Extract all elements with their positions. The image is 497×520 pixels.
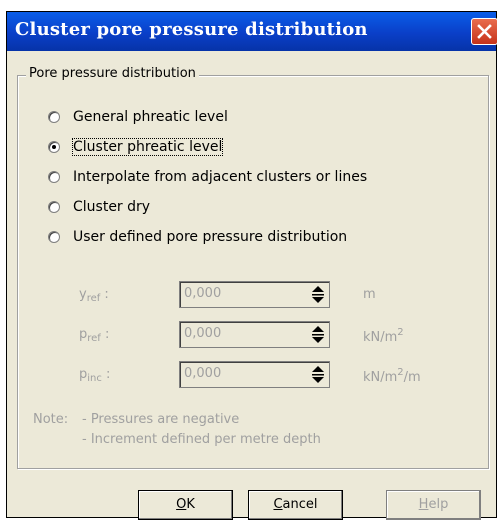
param-subscript: ref: [86, 293, 101, 304]
note-line-1: - Pressures are negative: [82, 412, 240, 427]
note-label: Note:: [33, 412, 69, 427]
radio-label: General phreatic level: [73, 109, 228, 125]
y-ref-unit: m: [363, 287, 376, 302]
spin-arrows-icon[interactable]: [309, 284, 327, 305]
y-ref-spinbox[interactable]: 0,000: [179, 281, 330, 308]
p-ref-value[interactable]: 0,000: [184, 326, 221, 341]
ok-label: K: [186, 497, 195, 512]
spin-arrows-icon[interactable]: [309, 364, 327, 385]
param-subscript: ref: [87, 333, 101, 344]
cancel-label: ancel: [282, 497, 318, 512]
param-symbol: y: [79, 287, 87, 302]
y-ref-value[interactable]: 0,000: [184, 286, 221, 301]
dialog-window: Cluster pore pressure distribution Pore …: [6, 11, 497, 520]
unit-base: kN/m: [363, 330, 398, 345]
radio-button-icon[interactable]: [48, 231, 60, 243]
help-hotkey: H: [418, 497, 429, 512]
title-bar[interactable]: Cluster pore pressure distribution: [7, 12, 497, 51]
p-ref-unit: kN/m2: [363, 327, 404, 345]
p-inc-label: pinc :: [79, 367, 110, 384]
radio-label: User defined pore pressure distribution: [73, 229, 348, 245]
groupbox-legend: Pore pressure distribution: [26, 66, 199, 81]
p-inc-spinbox[interactable]: 0,000: [179, 361, 330, 388]
param-colon: :: [104, 327, 110, 342]
cancel-button[interactable]: Cancel: [248, 490, 343, 520]
param-colon: :: [106, 367, 111, 382]
dialog-content: Pore pressure distribution General phrea…: [7, 51, 496, 520]
ok-button[interactable]: OK: [138, 490, 233, 520]
unit-superscript: 2: [397, 327, 404, 338]
unit-base: kN/m: [363, 370, 398, 385]
ok-hotkey: O: [176, 497, 187, 512]
dialog-title: Cluster pore pressure distribution: [15, 19, 368, 40]
unit-tail: /m: [403, 370, 421, 385]
radio-label: Cluster phreatic level: [71, 138, 224, 156]
radio-button-icon[interactable]: [48, 111, 60, 123]
close-icon: [477, 24, 492, 39]
radio-label: Interpolate from adjacent clusters or li…: [73, 169, 368, 185]
close-button[interactable]: [471, 18, 497, 45]
param-colon: :: [104, 287, 109, 302]
cancel-hotkey: C: [273, 497, 283, 512]
y-ref-label: yref :: [79, 287, 109, 304]
radio-button-icon[interactable]: [48, 171, 60, 183]
note-line-2: - Increment defined per metre depth: [82, 432, 321, 447]
param-subscript: inc: [87, 373, 102, 384]
radio-button-checked-icon[interactable]: [48, 141, 60, 153]
pore-pressure-groupbox: [17, 75, 489, 469]
radio-label: Cluster dry: [73, 199, 151, 215]
unit-base: m: [363, 287, 376, 302]
spin-arrows-icon[interactable]: [309, 324, 327, 345]
p-inc-unit: kN/m2/m: [363, 367, 421, 385]
help-label: elp: [428, 497, 449, 512]
radio-button-icon[interactable]: [48, 201, 60, 213]
p-inc-value[interactable]: 0,000: [184, 366, 221, 381]
help-button[interactable]: Help: [386, 490, 481, 520]
p-ref-spinbox[interactable]: 0,000: [179, 321, 330, 348]
p-ref-label: pref :: [79, 327, 109, 344]
radio-dot-icon: [52, 145, 56, 149]
